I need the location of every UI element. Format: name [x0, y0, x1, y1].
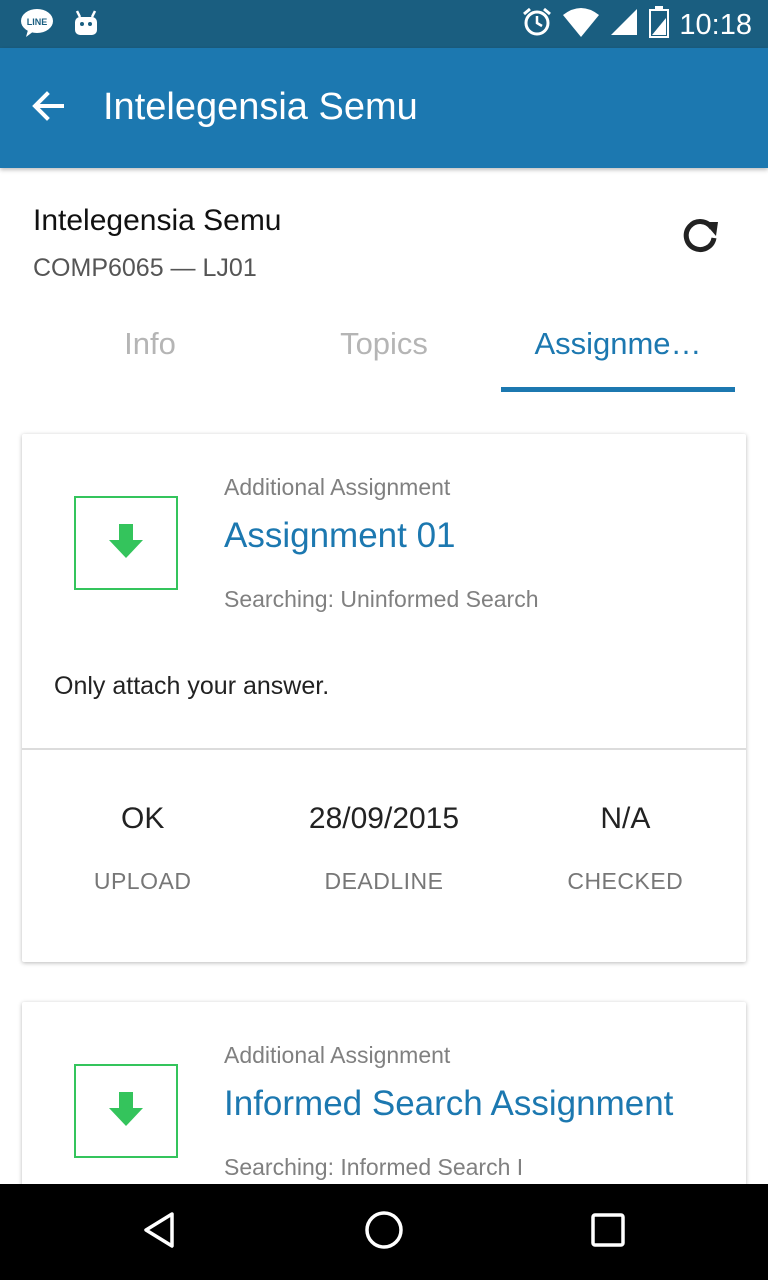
line-app-icon: LINE — [20, 8, 54, 43]
assignment-note: Only attach your answer. — [54, 672, 330, 700]
tab-assignments[interactable]: Assignme… — [501, 310, 735, 392]
wifi-icon — [563, 7, 600, 42]
course-title: Intelegensia Semu — [33, 204, 282, 237]
app-bar: Intelegensia Semu — [0, 48, 768, 168]
tab-bar: Info Topics Assignme… — [33, 310, 735, 392]
course-header: Intelegensia Semu COMP6065 — LJ01 — [0, 170, 768, 300]
assignment-card[interactable]: Additional Assignment Assignment 01 Sear… — [22, 434, 746, 962]
assignment-stats: OK UPLOAD 28/09/2015 DEADLINE N/A CHECKE… — [22, 750, 746, 962]
assignment-title[interactable]: Assignment 01 — [224, 516, 456, 556]
deadline-value: 28/09/2015 — [308, 802, 460, 835]
assignment-topic: Searching: Informed Search I — [224, 1154, 524, 1180]
tab-topics[interactable]: Topics — [267, 310, 501, 392]
battery-icon — [649, 6, 670, 43]
download-button[interactable] — [74, 1064, 178, 1158]
assignment-title[interactable]: Informed Search Assignment — [224, 1084, 673, 1124]
course-code: COMP6065 — LJ01 — [33, 254, 257, 282]
tab-info[interactable]: Info — [33, 310, 267, 392]
refresh-icon — [678, 214, 722, 263]
line-badge-text: LINE — [27, 17, 48, 27]
download-arrow-icon — [107, 522, 145, 565]
back-button[interactable] — [22, 80, 74, 136]
assignment-type: Additional Assignment — [224, 474, 451, 500]
nav-recents-button[interactable] — [580, 1204, 636, 1260]
download-arrow-icon — [107, 1090, 145, 1133]
app-bar-title: Intelegensia Semu — [103, 86, 418, 128]
nav-home-button[interactable] — [356, 1204, 412, 1260]
stat-upload: OK UPLOAD — [22, 750, 263, 962]
upload-status-value: OK — [120, 802, 165, 835]
refresh-button[interactable] — [668, 214, 732, 262]
alarm-icon — [521, 6, 553, 43]
checked-label: CHECKED — [567, 868, 684, 894]
cell-signal-icon — [609, 7, 639, 42]
assignment-type: Additional Assignment — [224, 1042, 451, 1068]
recents-square-icon — [590, 1212, 626, 1253]
nav-back-button[interactable] — [132, 1204, 188, 1260]
download-button[interactable] — [74, 496, 178, 590]
stat-deadline: 28/09/2015 DEADLINE — [263, 750, 504, 962]
status-time: 10:18 — [679, 8, 752, 41]
android-notification-icon — [72, 9, 100, 42]
assignment-topic: Searching: Uninformed Search — [224, 586, 539, 612]
stat-checked: N/A CHECKED — [505, 750, 746, 962]
arrow-back-icon — [30, 88, 66, 129]
checked-value: N/A — [600, 802, 651, 835]
deadline-label: DEADLINE — [324, 868, 444, 894]
back-triangle-icon — [140, 1210, 180, 1255]
home-circle-icon — [363, 1209, 405, 1256]
system-nav-bar — [0, 1184, 768, 1280]
status-bar: LINE 10:18 — [0, 0, 768, 48]
upload-status-label: UPLOAD — [93, 868, 192, 894]
